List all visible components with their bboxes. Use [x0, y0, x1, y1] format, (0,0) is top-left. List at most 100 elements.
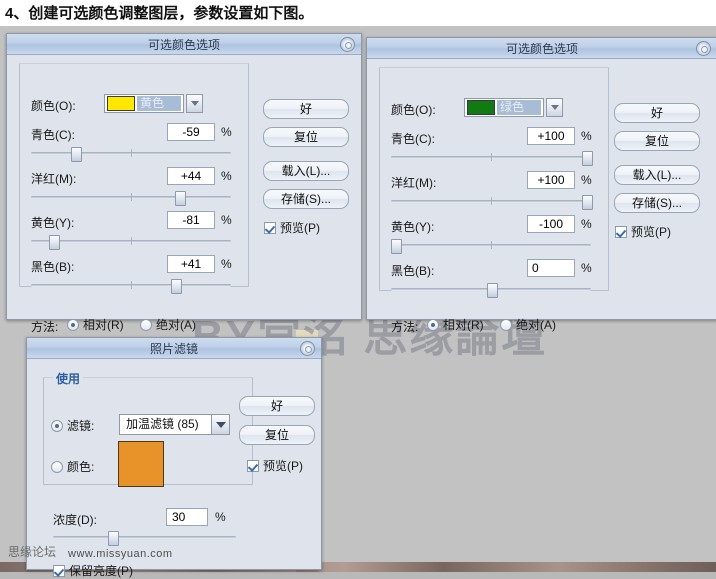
magenta-slider[interactable] [31, 191, 231, 206]
slider-track [53, 536, 236, 539]
method-absolute-radio[interactable]: 绝对(A) [500, 316, 556, 333]
density-value-input[interactable]: 30 [166, 508, 208, 526]
magenta-value-input[interactable]: +100 [527, 171, 575, 189]
radio-dot [500, 318, 512, 331]
chevron-down-icon[interactable] [186, 94, 203, 113]
black-percent: % [581, 261, 592, 275]
slider-thumb[interactable] [171, 279, 182, 294]
slider-center-tick [491, 197, 492, 205]
radio-dot [51, 419, 63, 432]
page-title: 4、创建可选颜色调整图层，参数设置如下图。 [5, 5, 314, 22]
titlebar: 可选颜色选项 [7, 34, 361, 55]
black-percent: % [221, 257, 232, 271]
load-button[interactable]: 载入(L)... [263, 161, 349, 181]
screen-background: 4、创建可选颜色调整图层，参数设置如下图。 BY宫洺 思缘論壇 可选颜色选项 颜… [0, 0, 716, 578]
yellow-label: 黄色(Y): [31, 216, 75, 230]
load-button[interactable]: 载入(L)... [614, 165, 700, 185]
dialog-title: 照片滤镜 [149, 342, 198, 356]
slider-center-tick [491, 241, 492, 249]
ok-button[interactable]: 好 [239, 396, 315, 416]
magenta-slider[interactable] [391, 195, 593, 210]
checkbox-box [615, 225, 627, 238]
color-select-value: 黄色 [137, 96, 181, 111]
titlebar: 可选颜色选项 [367, 38, 716, 59]
slider-thumb[interactable] [71, 147, 82, 162]
method-absolute-label: 绝对(A) [156, 318, 196, 332]
black-slider[interactable] [31, 279, 231, 294]
color-radio[interactable]: 颜色: [51, 458, 94, 475]
color-select[interactable]: 绿色 [464, 98, 544, 117]
yellow-value-input[interactable]: -100 [527, 215, 575, 233]
method-relative-label: 相对(R) [83, 318, 124, 332]
slider-thumb[interactable] [582, 195, 593, 210]
method-absolute-radio[interactable]: 绝对(A) [140, 316, 196, 333]
slider-thumb[interactable] [582, 151, 593, 166]
chevron-down-icon[interactable] [546, 98, 563, 117]
cyan-value-input[interactable]: +100 [527, 127, 575, 145]
selective-color-dialog-yellow[interactable]: 可选颜色选项 颜色(O): 黄色 青色(C): -59 % 洋红(M): +44… [6, 33, 362, 334]
slider-thumb[interactable] [487, 283, 498, 298]
slider-center-tick [131, 237, 132, 245]
black-label: 黑色(B): [31, 260, 75, 274]
ok-button[interactable]: 好 [263, 99, 349, 119]
slider-thumb[interactable] [49, 235, 60, 250]
preserve-luminosity-label: 保留亮度(P) [69, 564, 133, 578]
yellow-label: 黄色(Y): [391, 220, 435, 234]
dialog-title: 可选颜色选项 [505, 42, 578, 56]
site-url-watermark: www.missyuan.com [68, 548, 173, 560]
close-icon[interactable] [696, 41, 711, 56]
preview-checkbox[interactable]: 预览(P) [247, 457, 303, 474]
yellow-slider[interactable] [391, 239, 591, 254]
preview-checkbox[interactable]: 预览(P) [615, 223, 671, 240]
reset-button[interactable]: 复位 [239, 425, 315, 445]
cyan-slider[interactable] [31, 147, 231, 162]
black-value-input[interactable]: +41 [167, 255, 215, 273]
density-slider[interactable] [53, 531, 236, 546]
use-group-title: 使用 [53, 370, 84, 387]
filter-radio[interactable]: 滤镜: [51, 417, 94, 434]
method-label: 方法: [31, 320, 59, 334]
cyan-slider[interactable] [391, 151, 593, 166]
method-relative-label: 相对(R) [443, 318, 484, 332]
slider-center-tick [491, 153, 492, 161]
forum-watermark: 思缘论坛 [8, 545, 57, 559]
color-select[interactable]: 黄色 [104, 94, 184, 113]
checkbox-box [247, 459, 259, 472]
cyan-value-input[interactable]: -59 [167, 123, 215, 141]
close-icon[interactable] [300, 341, 315, 356]
save-button[interactable]: 存储(S)... [614, 193, 700, 213]
slider-thumb[interactable] [391, 239, 402, 254]
preview-label: 预览(P) [631, 225, 671, 239]
color-label: 颜色(O): [31, 99, 76, 113]
filter-color-swatch[interactable] [118, 441, 164, 487]
selective-color-dialog-green[interactable]: 可选颜色选项 颜色(O): 绿色 青色(C): +100 % 洋红(M): +1… [366, 37, 716, 334]
method-absolute-label: 绝对(A) [516, 318, 556, 332]
slider-thumb[interactable] [107, 531, 119, 546]
magenta-percent: % [221, 169, 232, 183]
slider-thumb[interactable] [175, 191, 186, 206]
method-relative-radio[interactable]: 相对(R) [427, 316, 484, 333]
color-select-value: 绿色 [497, 100, 541, 115]
preview-checkbox[interactable]: 预览(P) [264, 219, 320, 236]
cyan-label: 青色(C): [31, 128, 75, 142]
reset-button[interactable]: 复位 [263, 127, 349, 147]
method-relative-radio[interactable]: 相对(R) [67, 316, 124, 333]
yellow-slider[interactable] [31, 235, 231, 250]
color-label: 颜色(O): [391, 103, 436, 117]
save-button[interactable]: 存储(S)... [263, 189, 349, 209]
chevron-down-icon[interactable] [211, 414, 230, 435]
black-label: 黑色(B): [391, 264, 435, 278]
ok-button[interactable]: 好 [614, 103, 700, 123]
close-icon[interactable] [340, 37, 355, 52]
density-label: 浓度(D): [53, 513, 97, 527]
preserve-luminosity-checkbox[interactable]: 保留亮度(P) [53, 562, 133, 579]
yellow-value-input[interactable]: -81 [167, 211, 215, 229]
black-value-input[interactable]: 0 [527, 259, 575, 277]
photo-filter-dialog[interactable]: 照片滤镜 使用 滤镜: 加温滤镜 (85) 颜色: 浓度(D): 30 % 保留… [26, 337, 322, 578]
black-slider[interactable] [391, 283, 591, 298]
magenta-value-input[interactable]: +44 [167, 167, 215, 185]
reset-button[interactable]: 复位 [614, 131, 700, 151]
color-swatch [107, 96, 135, 111]
checkbox-box [53, 564, 65, 577]
slider-center-tick [131, 149, 132, 157]
